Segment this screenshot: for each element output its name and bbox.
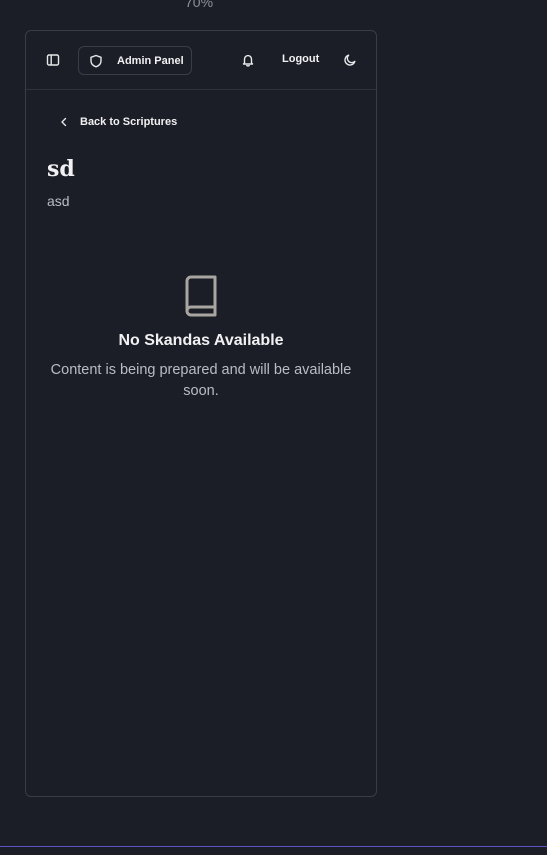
app-frame: Admin Panel Logout Back to Scriptures sd… <box>25 30 377 797</box>
empty-state-heading: No Skandas Available <box>118 332 284 349</box>
empty-state: No Skandas Available Content is being pr… <box>26 275 376 402</box>
book-icon <box>185 275 217 317</box>
back-link-label: Back to Scriptures <box>80 116 178 128</box>
accent-divider <box>0 846 547 847</box>
sidebar-toggle-button[interactable] <box>40 47 66 73</box>
notifications-button[interactable] <box>235 47 261 73</box>
back-to-scriptures-link[interactable]: Back to Scriptures <box>58 116 177 128</box>
theme-toggle-button[interactable] <box>337 47 363 73</box>
zoom-level: 70% <box>185 0 214 10</box>
shield-icon <box>90 54 102 67</box>
sidebar-toggle-icon <box>46 54 60 66</box>
page-subtitle: asd <box>47 193 70 209</box>
page-title: sd <box>47 156 75 182</box>
admin-panel-button[interactable]: Admin Panel <box>78 46 192 75</box>
chevron-left-icon <box>61 117 67 127</box>
logout-button[interactable]: Logout <box>282 53 319 65</box>
admin-panel-label: Admin Panel <box>117 54 184 67</box>
moon-icon <box>344 54 356 66</box>
bell-icon <box>242 54 254 67</box>
empty-state-description: Content is being prepared and will be av… <box>50 362 352 399</box>
top-bar: Admin Panel Logout <box>26 31 376 90</box>
